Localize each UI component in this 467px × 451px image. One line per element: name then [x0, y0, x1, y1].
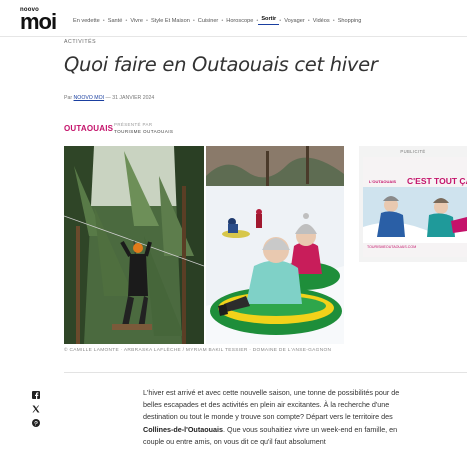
divider [64, 372, 467, 373]
ad-slot: PUBLICITÉ L'OUTAOUAIS C'EST TOUT ÇA! TOU… [359, 146, 467, 262]
ad-banner[interactable]: L'OUTAOUAIS C'EST TOUT ÇA! TOURISMEOUTAO… [363, 157, 467, 257]
zipline-photo [64, 146, 204, 344]
x-icon[interactable] [30, 403, 42, 415]
nav-item-voyager[interactable]: Voyager • [281, 16, 310, 25]
body-text-part-1: L'hiver est arrivé et avec cette nouvell… [143, 388, 400, 422]
ad-photo [363, 157, 467, 257]
article-category[interactable]: ACTIVITÉS [64, 39, 96, 45]
byline: Par NOOVO MOI — 31 JANVIER 2024 [64, 95, 154, 101]
site-logo[interactable]: noovo moi [20, 7, 66, 33]
ad-headline: C'EST TOUT ÇA! [407, 176, 467, 186]
body-strong-text: Collines-de-l'Outaouais [143, 424, 223, 434]
sponsor-presented-label: PRÉSENTÉ PAR [114, 122, 153, 127]
nav-item-sante[interactable]: Santé • [105, 16, 128, 25]
nav-item-cuisiner[interactable]: Cuisiner • [195, 16, 224, 25]
pinterest-icon[interactable] [30, 417, 42, 429]
main-nav: En vedette • Santé • Vivre • Style Et Maiso… [70, 16, 364, 25]
sponsor-name: TOURISME OUTAOUAIS [114, 129, 174, 134]
snow-tubing-photo [206, 146, 344, 344]
nav-item-horoscope[interactable]: Horoscope • [223, 16, 258, 25]
author-link[interactable]: NOOVO MOI [74, 95, 105, 101]
hero-image-zipline [64, 146, 204, 344]
image-caption: © CAMILLE LAMONTE · ARBRASKA LAFLÈCHE / … [64, 348, 332, 353]
ad-label: PUBLICITÉ [400, 149, 426, 154]
nav-item-en-vedette[interactable]: En vedette • [70, 16, 105, 25]
facebook-icon[interactable] [30, 389, 42, 401]
byline-separator: — [105, 95, 111, 101]
publish-date: 31 JANVIER 2024 [112, 95, 155, 101]
sponsor-logo: OUTAOUAIS [64, 124, 114, 133]
ad-brand: L'OUTAOUAIS [369, 179, 397, 184]
hero-image-snow-tubing [206, 146, 344, 344]
logo-main: moi [20, 9, 57, 34]
nav-item-sortir[interactable]: Sortir • [258, 16, 281, 25]
site-header: noovo moi En vedette • Santé • Vivre • Styl… [0, 0, 467, 37]
ad-footer: TOURISMEOUTAOUAIS.COM [367, 245, 417, 249]
nav-item-shopping[interactable]: Shopping [335, 16, 365, 25]
article-body: L'hiver est arrivé et avec cette nouvell… [143, 387, 405, 448]
nav-item-videos[interactable]: Vidéos • [310, 16, 335, 25]
byline-prefix: Par [64, 95, 73, 101]
nav-item-vivre[interactable]: Vivre • [127, 16, 148, 25]
nav-item-style-et-maison[interactable]: Style Et Maison • [148, 16, 195, 25]
article-title: Quoi faire en Outaouais cet hiver [64, 53, 378, 76]
